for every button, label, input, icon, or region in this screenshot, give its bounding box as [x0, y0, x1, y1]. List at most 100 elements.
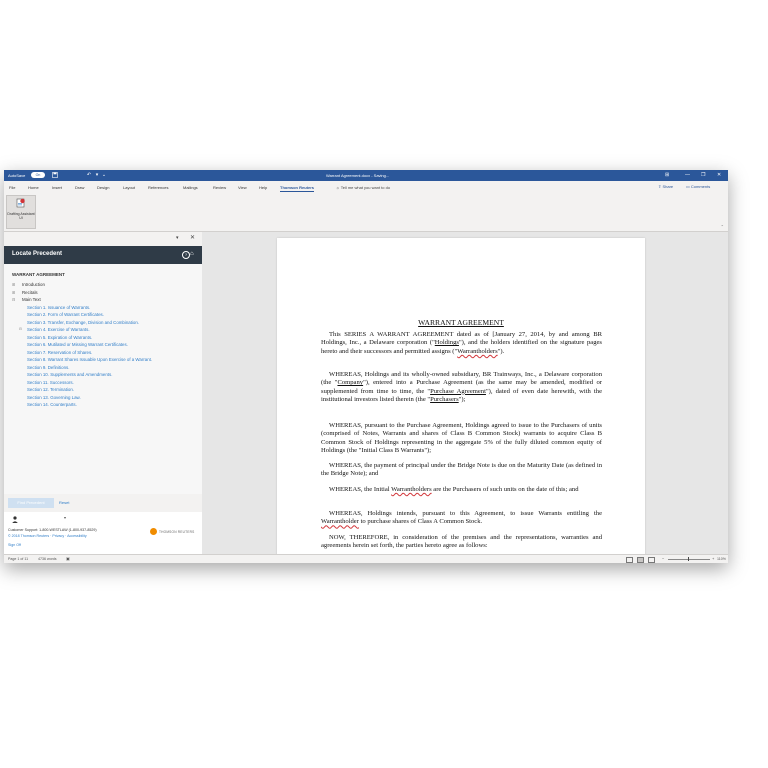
- tab-file[interactable]: File: [9, 185, 15, 190]
- section-link[interactable]: Section 3. Transfer, Exchange, Division …: [27, 319, 139, 327]
- tab-design[interactable]: Design: [97, 185, 109, 190]
- outline-section-6[interactable]: Section 6. Mutilated or Missing Warrant …: [12, 341, 200, 349]
- collapse-icon[interactable]: ⊟: [12, 296, 15, 304]
- outline-section-5[interactable]: Section 5. Expiration of Warrants.: [12, 334, 200, 342]
- comments-button[interactable]: ▭ Comments: [686, 184, 710, 189]
- section-link[interactable]: Section 1. Issuance of Warrants.: [27, 304, 90, 312]
- document-page[interactable]: WARRANT AGREEMENT This SERIES A WARRANT …: [277, 238, 645, 558]
- section-link[interactable]: Section 14. Counterparts.: [27, 401, 77, 409]
- tab-thomson-reuters[interactable]: Thomson Reuters: [280, 185, 315, 192]
- word-count[interactable]: 4736 words: [38, 557, 57, 561]
- autosave-toggle[interactable]: On: [31, 172, 45, 178]
- outline-item-introduction[interactable]: ⊞ Introduction: [12, 281, 200, 289]
- home-icon[interactable]: ⌂: [190, 251, 194, 257]
- outline-section-10[interactable]: Section 10. Supplements and Amendments.: [12, 371, 200, 379]
- section-link[interactable]: Section 11. Successors.: [27, 379, 74, 387]
- outline-item-main-text[interactable]: ⊟ Main Text: [12, 296, 200, 304]
- expand-icon[interactable]: ⊞: [12, 289, 15, 297]
- section-link[interactable]: Section 7. Reservation of Shares.: [27, 349, 92, 357]
- share-icon: ⇪: [658, 184, 662, 189]
- focus-mode-icon[interactable]: [626, 557, 633, 563]
- user-icon[interactable]: [12, 516, 18, 523]
- minimize-button[interactable]: —: [685, 172, 690, 178]
- tab-mailings[interactable]: Mailings: [183, 185, 198, 190]
- web-layout-icon[interactable]: [648, 557, 655, 563]
- outline-section-13[interactable]: Section 13. Governing Law.: [12, 394, 200, 402]
- section-link[interactable]: Section 13. Governing Law.: [27, 394, 81, 402]
- tab-review[interactable]: Review: [213, 185, 226, 190]
- page-count[interactable]: Page 1 of 11: [8, 557, 28, 561]
- drafting-assistant-label: Drafting Assistant UI: [7, 212, 35, 220]
- share-button[interactable]: ⇪ Share: [658, 184, 673, 189]
- collapse-caret-icon[interactable]: ⊟: [19, 326, 22, 334]
- save-icon[interactable]: [52, 172, 58, 178]
- close-button[interactable]: ✕: [717, 172, 721, 178]
- drafting-assistant-button[interactable]: Drafting Assistant UI: [6, 195, 36, 229]
- pane-options-icon[interactable]: ▾: [176, 235, 179, 241]
- outline-section-2[interactable]: Section 2. Form of Warrant Certificates.: [12, 311, 200, 319]
- outline-item-recitals[interactable]: ⊞ Recitals: [12, 289, 200, 297]
- outline-body: WARRANT AGREEMENT ⊞ Introduction ⊞ Recit…: [4, 264, 202, 494]
- ribbon-tabs: File Home Insert Draw Design Layout Refe…: [4, 181, 728, 193]
- outline-section-3[interactable]: Section 3. Transfer, Exchange, Division …: [12, 319, 200, 327]
- zoom-in-button[interactable]: +: [712, 556, 714, 561]
- proofing-icon[interactable]: ▣: [66, 556, 70, 561]
- paragraph-whereas-4: WHEREAS, the Initial Warrantholders are …: [321, 486, 602, 494]
- tab-home[interactable]: Home: [28, 185, 39, 190]
- section-link[interactable]: Section 12. Termination.: [27, 386, 74, 394]
- pane-close-icon[interactable]: ✕: [190, 234, 195, 241]
- copyright-links[interactable]: © 2018 Thomson Reuters · Privacy · Acces…: [8, 534, 87, 538]
- section-link[interactable]: Section 6. Mutilated or Missing Warrant …: [27, 341, 128, 349]
- find-precedent-button[interactable]: Find Precedent: [8, 498, 54, 508]
- tab-insert[interactable]: Insert: [52, 185, 62, 190]
- paragraph-whereas-3: WHEREAS, the payment of principal under …: [321, 462, 602, 478]
- document-area: WARRANT AGREEMENT This SERIES A WARRANT …: [202, 232, 728, 558]
- outline-section-8[interactable]: Section 8. Warrant Shares Issuable Upon …: [12, 356, 200, 364]
- text-run: WHEREAS, the Initial: [329, 486, 392, 493]
- section-link[interactable]: Section 4. Exercise of Warrants.: [27, 326, 90, 334]
- tab-help[interactable]: Help: [259, 185, 267, 190]
- undo-icon[interactable]: ↶: [86, 172, 92, 178]
- outline-tree: ⊞ Introduction ⊞ Recitals ⊟ Main Text Se…: [12, 281, 200, 409]
- outline-section-9[interactable]: Section 9. Definitions.: [12, 364, 200, 372]
- help-icon[interactable]: ?: [182, 251, 190, 259]
- print-layout-icon[interactable]: [637, 557, 644, 563]
- zoom-level[interactable]: 110%: [717, 557, 726, 561]
- user-menu-caret-icon[interactable]: ▾: [64, 515, 66, 520]
- tell-me-search[interactable]: ☼ Tell me what you want to do: [336, 185, 390, 190]
- tab-view[interactable]: View: [238, 185, 247, 190]
- tab-draw[interactable]: Draw: [75, 185, 84, 190]
- paragraph-intro: This SERIES A WARRANT AGREEMENT dated as…: [321, 331, 602, 356]
- text-run: ");: [458, 396, 466, 404]
- drafting-assistant-icon: [16, 198, 25, 208]
- maximize-button[interactable]: ❐: [701, 172, 705, 178]
- section-link[interactable]: Section 2. Form of Warrant Certificates.: [27, 311, 104, 319]
- lightbulb-icon: ☼: [336, 185, 340, 190]
- tab-layout[interactable]: Layout: [123, 185, 135, 190]
- title-bar: AutoSave On ↶ ▾ ⌄ Warrant Agreement.docx…: [4, 170, 728, 181]
- section-link[interactable]: Section 5. Expiration of Warrants.: [27, 334, 92, 342]
- customize-qat-icon[interactable]: ⌄: [101, 172, 107, 178]
- reset-button[interactable]: Reset: [59, 498, 69, 508]
- dropdown-icon[interactable]: ▾: [94, 172, 100, 178]
- zoom-slider-thumb[interactable]: [688, 557, 690, 561]
- outline-section-4[interactable]: ⊟ Section 4. Exercise of Warrants.: [12, 326, 200, 334]
- text-run: ").: [497, 347, 505, 355]
- outline-section-11[interactable]: Section 11. Successors.: [12, 379, 200, 387]
- comment-icon: ▭: [686, 184, 690, 189]
- outline-section-12[interactable]: Section 12. Termination.: [12, 386, 200, 394]
- outline-section-14[interactable]: Section 14. Counterparts.: [12, 401, 200, 409]
- zoom-out-button[interactable]: −: [662, 556, 664, 561]
- section-link[interactable]: Section 10. Supplements and Amendments.: [27, 371, 112, 379]
- collapse-ribbon-icon[interactable]: ⌃: [721, 224, 724, 229]
- defined-term: Purchase Agreement: [430, 387, 486, 395]
- outline-section-1[interactable]: Section 1. Issuance of Warrants.: [12, 304, 200, 312]
- pane-toolbar: ▾ ✕: [4, 232, 202, 246]
- section-link[interactable]: Section 8. Warrant Shares Issuable Upon …: [27, 356, 152, 364]
- expand-icon[interactable]: ⊞: [12, 281, 15, 289]
- sign-off-link[interactable]: Sign Off: [8, 543, 21, 547]
- ribbon-display-icon[interactable]: ⊞: [665, 172, 669, 178]
- tab-references[interactable]: References: [148, 185, 168, 190]
- outline-section-7[interactable]: Section 7. Reservation of Shares.: [12, 349, 200, 357]
- section-link[interactable]: Section 9. Definitions.: [27, 364, 69, 372]
